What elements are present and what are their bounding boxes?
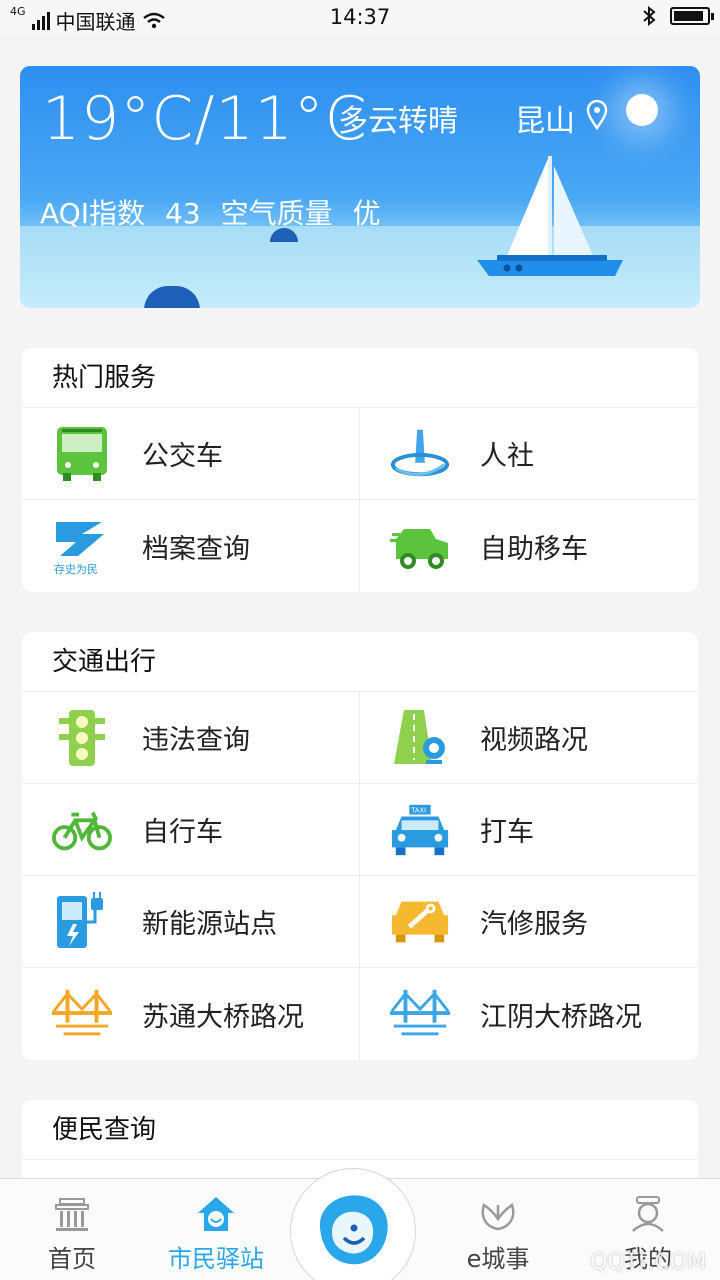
temperature-range: 19°C/11°C <box>42 84 368 154</box>
service-label: 新能源站点 <box>142 909 277 940</box>
location-pin-icon[interactable] <box>586 100 608 130</box>
section-title: 交通出行 <box>22 632 698 692</box>
city-affairs-icon <box>438 1193 558 1233</box>
aqi-value: 43 <box>164 197 201 230</box>
bluetooth-icon <box>643 6 656 26</box>
service-car-repair[interactable]: 汽修服务 <box>360 876 698 968</box>
sailboat-illustration <box>477 156 623 276</box>
service-new-energy[interactable]: 新能源站点 <box>22 876 360 968</box>
service-social-security[interactable]: 人社 <box>360 408 698 500</box>
service-archive[interactable]: 存史为民 档案查询 <box>22 500 360 592</box>
tab-label: 市民驿站 <box>168 1245 264 1273</box>
traffic-light-icon <box>52 708 112 768</box>
social-security-icon <box>390 424 450 484</box>
service-bicycle[interactable]: 自行车 <box>22 784 360 876</box>
section-title: 便民查询 <box>22 1100 698 1160</box>
city-name[interactable]: 昆山 <box>515 96 575 140</box>
bus-icon <box>52 424 112 484</box>
car-repair-icon <box>390 892 450 952</box>
service-taxi[interactable]: TAXI 打车 <box>360 784 698 876</box>
quality-value: 优 <box>352 197 381 230</box>
status-bar: 4G 中国联通 14:37 <box>0 0 720 36</box>
charging-station-icon <box>52 891 112 952</box>
sun-icon <box>626 94 658 126</box>
service-label: 汽修服务 <box>480 909 588 940</box>
taxi-icon: TAXI <box>390 800 450 860</box>
quality-label: 空气质量 <box>220 197 333 230</box>
service-jiangyin-bridge[interactable]: 江阴大桥路况 <box>360 968 698 1060</box>
service-sutong-bridge[interactable]: 苏通大桥路况 <box>22 968 360 1060</box>
archive-caption: 存史为民 <box>54 562 98 576</box>
section-title: 热门服务 <box>22 348 698 408</box>
weather-card[interactable]: 19°C/11°C 多云转晴 昆山 AQI指数 43 空气质量优 <box>20 66 700 308</box>
service-violation-query[interactable]: 违法查询 <box>22 692 360 784</box>
move-car-icon <box>390 516 450 576</box>
service-grid: 公交车 人社 存史为民 档案查询 自助移车 <box>22 408 698 592</box>
service-label: 视频路况 <box>480 725 588 756</box>
tab-citizen-station[interactable]: 市民驿站 <box>156 1193 276 1274</box>
tab-label: 首页 <box>48 1245 96 1273</box>
service-label: 江阴大桥路况 <box>480 1001 642 1033</box>
service-grid: 违法查询 视频路况 自行车 TAXI 打车 新能源站点 汽修服务 苏通大桥路况 … <box>22 692 698 1060</box>
status-right <box>642 6 714 26</box>
service-label: 人社 <box>480 441 534 472</box>
service-road-video[interactable]: 视频路况 <box>360 692 698 784</box>
traffic-section: 交通出行 违法查询 视频路况 自行车 TAXI 打车 新能源站点 汽修服务 苏通… <box>22 632 698 1060</box>
tab-label: e城事 <box>466 1245 530 1273</box>
service-label: 违法查询 <box>142 725 250 756</box>
archive-icon: 存史为民 <box>52 516 112 576</box>
clock: 14:37 <box>329 5 391 29</box>
service-label: 打车 <box>480 817 534 848</box>
weather-condition: 多云转晴 <box>338 104 458 139</box>
service-label: 苏通大桥路况 <box>142 1001 304 1033</box>
home-building-icon <box>12 1193 132 1233</box>
bicycle-icon <box>52 800 112 860</box>
service-label: 自行车 <box>142 817 223 848</box>
tab-home[interactable]: 首页 <box>12 1193 132 1274</box>
road-camera-icon <box>390 708 450 768</box>
service-label: 档案查询 <box>142 533 250 565</box>
profile-icon <box>588 1193 708 1233</box>
aqi-label: AQI指数 <box>40 197 145 230</box>
service-move-car[interactable]: 自助移车 <box>360 500 698 592</box>
air-quality-row: AQI指数 43 空气质量优 <box>40 192 401 232</box>
service-bus[interactable]: 公交车 <box>22 408 360 500</box>
bridge-blue-icon <box>390 984 450 1044</box>
bridge-orange-icon <box>52 984 112 1044</box>
watermark-text: QQTF.COM <box>590 1250 706 1275</box>
service-label: 自助移车 <box>480 533 588 565</box>
hot-services-section: 热门服务 公交车 人社 存史为民 档案查询 自助移车 <box>22 348 698 592</box>
battery-icon <box>670 7 714 25</box>
citizen-station-icon <box>156 1193 276 1233</box>
service-label: 公交车 <box>142 441 223 472</box>
taxi-sign-text: TAXI <box>410 806 426 814</box>
tab-city-affairs[interactable]: e城事 <box>438 1193 558 1274</box>
smiling-mascot-icon <box>319 1195 388 1265</box>
